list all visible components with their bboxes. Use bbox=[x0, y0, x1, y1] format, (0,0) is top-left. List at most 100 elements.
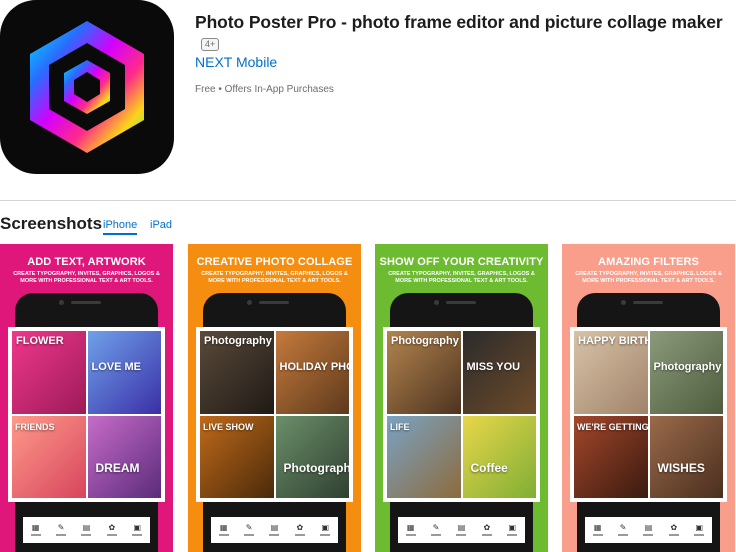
collage-photo: Photography bbox=[649, 331, 723, 414]
collage-icon-glyph: ▦ bbox=[593, 523, 602, 532]
paw-icon-glyph: ✿ bbox=[108, 523, 116, 532]
tool-label-line bbox=[244, 534, 255, 536]
tool-label-line bbox=[320, 534, 331, 536]
phone-speaker bbox=[259, 301, 289, 304]
magic-wand-icon: ✎ bbox=[55, 523, 67, 537]
magic-wand-icon-glyph: ✎ bbox=[245, 523, 253, 532]
grid-icon-glyph: ▤ bbox=[457, 523, 466, 532]
paw-icon-glyph: ✿ bbox=[483, 523, 491, 532]
text-icon-glyph: ▣ bbox=[508, 523, 517, 532]
collage-icon: ▦ bbox=[405, 523, 417, 537]
paw-icon: ✿ bbox=[668, 523, 680, 537]
collage-photo: Photography bbox=[200, 331, 274, 414]
collage-icon: ▦ bbox=[30, 523, 42, 537]
collage-photo: FLOWER bbox=[12, 331, 86, 414]
tool-label-line bbox=[269, 534, 280, 536]
screenshot-card[interactable]: ADD TEXT, ARTWORK CREATE TYPOGRAPHY, INVI… bbox=[0, 244, 173, 552]
app-icon bbox=[0, 0, 174, 174]
tool-label-line bbox=[618, 534, 629, 536]
magic-wand-icon-glyph: ✎ bbox=[57, 523, 65, 532]
screenshot-subtitle: CREATE TYPOGRAPHY, INVITES, GRAPHICS, LO… bbox=[201, 271, 348, 284]
grid-icon-glyph: ▤ bbox=[82, 523, 91, 532]
collage-icon: ▦ bbox=[218, 523, 230, 537]
phone-camera bbox=[621, 300, 626, 305]
collage-caption: LIVE SHOW bbox=[203, 421, 254, 432]
screenshot-card[interactable]: SHOW OFF YOUR CREATIVITY CREATE TYPOGRAPH… bbox=[375, 244, 548, 552]
collage-caption: WE'RE GETTING MARRIED bbox=[577, 421, 648, 432]
grid-icon: ▤ bbox=[642, 523, 654, 537]
developer-link[interactable]: NEXT Mobile bbox=[195, 54, 277, 70]
tool-label-line bbox=[456, 534, 467, 536]
phone-camera bbox=[59, 300, 64, 305]
collage-caption: MISS YOU bbox=[466, 361, 521, 373]
text-icon-glyph: ▣ bbox=[695, 523, 704, 532]
app-toolbar: ▦ ✎ ▤ ✿ ▣ bbox=[23, 517, 150, 543]
collage-caption: Photography bbox=[653, 361, 722, 373]
app-title: Photo Poster Pro - photo frame editor an… bbox=[195, 12, 723, 32]
screenshot-card[interactable]: CREATIVE PHOTO COLLAGE CREATE TYPOGRAPHY,… bbox=[188, 244, 361, 552]
tool-label-line bbox=[694, 534, 705, 536]
screenshot-headline: SHOW OFF YOUR CREATIVITY bbox=[379, 256, 544, 268]
price-info: Free • Offers In-App Purchases bbox=[195, 84, 334, 95]
screenshot-headline: CREATIVE PHOTO COLLAGE bbox=[196, 256, 353, 268]
collage-photo: MISS YOU bbox=[462, 331, 536, 414]
phone-speaker bbox=[446, 301, 476, 304]
text-icon-glyph: ▣ bbox=[133, 523, 142, 532]
section-divider bbox=[0, 200, 736, 201]
paw-icon: ✿ bbox=[294, 523, 306, 537]
collage-icon-glyph: ▦ bbox=[31, 523, 40, 532]
collage-caption: Photography bbox=[391, 335, 459, 347]
photo-collage: Photography MISS YOU LIFE Coffee bbox=[383, 327, 540, 502]
paw-icon: ✿ bbox=[106, 523, 118, 537]
app-toolbar: ▦ ✎ ▤ ✿ ▣ bbox=[211, 517, 338, 543]
tool-label-line bbox=[668, 534, 679, 536]
tool-label-line bbox=[294, 534, 305, 536]
app-toolbar: ▦ ✎ ▤ ✿ ▣ bbox=[398, 517, 525, 543]
text-icon: ▣ bbox=[693, 523, 705, 537]
screenshot-subtitle: CREATE TYPOGRAPHY, INVITES, GRAPHICS, LO… bbox=[388, 271, 535, 284]
magic-wand-icon: ✎ bbox=[430, 523, 442, 537]
collage-photo: Photography bbox=[387, 331, 461, 414]
screenshot-subtitle: CREATE TYPOGRAPHY, INVITES, GRAPHICS, LO… bbox=[13, 271, 160, 284]
tab-ipad[interactable]: iPad bbox=[150, 219, 172, 231]
collage-photo: LOVE ME bbox=[87, 331, 161, 414]
tool-label-line bbox=[405, 534, 416, 536]
photo-collage: HAPPY BIRTHDAY Photography WE'RE GETTING M… bbox=[570, 327, 727, 502]
screenshot-card[interactable]: AMAZING FILTERS CREATE TYPOGRAPHY, INVITE… bbox=[562, 244, 735, 552]
tool-label-line bbox=[643, 534, 654, 536]
collage-icon-glyph: ▦ bbox=[406, 523, 415, 532]
collage-photo: LIFE bbox=[387, 415, 461, 498]
screenshot-subtitle: CREATE TYPOGRAPHY, INVITES, GRAPHICS, LO… bbox=[575, 271, 722, 284]
collage-caption: LOVE ME bbox=[91, 361, 142, 373]
paw-icon-glyph: ✿ bbox=[296, 523, 304, 532]
grid-icon: ▤ bbox=[268, 523, 280, 537]
tool-label-line bbox=[30, 534, 41, 536]
collage-photo: WE'RE GETTING MARRIED bbox=[574, 415, 648, 498]
collage-caption: LIFE bbox=[390, 421, 410, 432]
hexagon-app-icon bbox=[30, 21, 144, 153]
tool-label-line bbox=[132, 534, 143, 536]
collage-icon-glyph: ▦ bbox=[219, 523, 228, 532]
photo-collage: Photography HOLIDAY PHOTO LIVE SHOW Photogr… bbox=[196, 327, 353, 502]
tool-label-line bbox=[218, 534, 229, 536]
phone-camera bbox=[434, 300, 439, 305]
collage-caption: Photography bbox=[204, 335, 272, 347]
tab-iphone[interactable]: iPhone bbox=[103, 219, 138, 235]
collage-photo: Coffee bbox=[462, 415, 536, 498]
collage-photo: Photography bbox=[275, 415, 350, 498]
grid-icon: ▤ bbox=[455, 523, 467, 537]
tool-label-line bbox=[431, 534, 442, 536]
phone-camera bbox=[247, 300, 252, 305]
screenshots-heading: Screenshots bbox=[0, 214, 103, 233]
collage-photo: WISHES bbox=[649, 415, 723, 498]
tool-label-line bbox=[56, 534, 67, 536]
collage-caption: HAPPY BIRTHDAY bbox=[578, 335, 648, 347]
collage-caption: FRIENDS bbox=[15, 421, 55, 432]
text-icon-glyph: ▣ bbox=[321, 523, 330, 532]
collage-caption: Photography bbox=[283, 460, 350, 475]
age-rating-badge: 4+ bbox=[201, 38, 220, 51]
collage-photo: HOLIDAY PHOTO bbox=[275, 331, 349, 414]
text-icon: ▣ bbox=[319, 523, 331, 537]
collage-caption: Coffee bbox=[470, 460, 508, 475]
screenshot-headline: AMAZING FILTERS bbox=[598, 256, 699, 268]
